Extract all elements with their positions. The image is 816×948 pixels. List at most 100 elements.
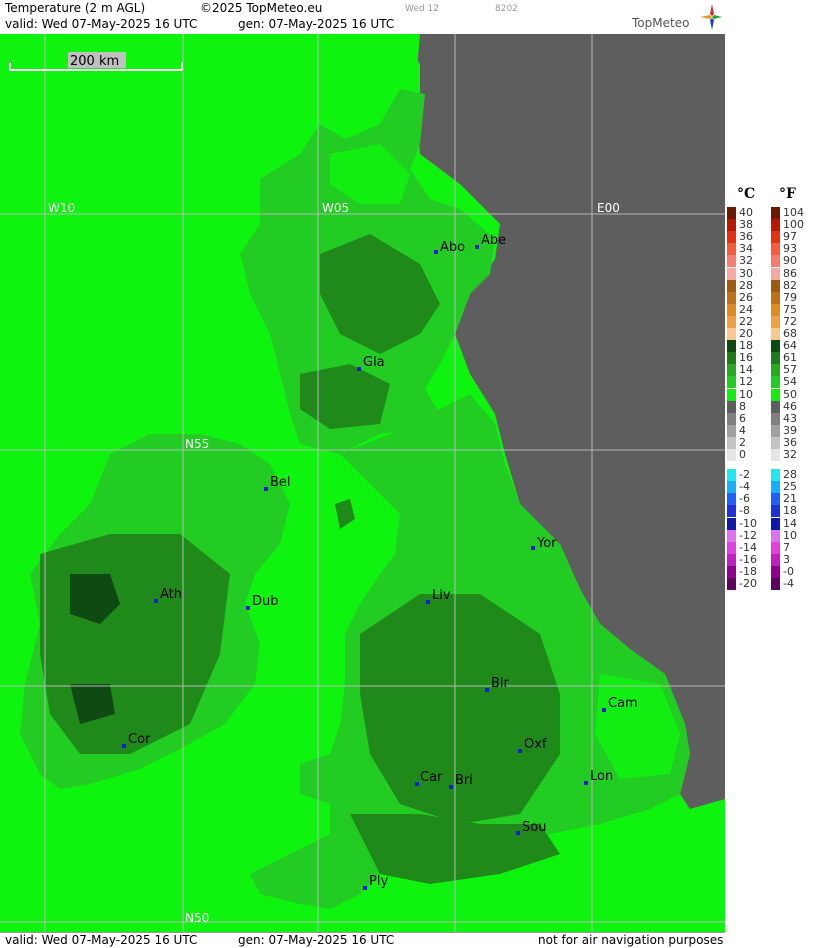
legend-label-fahrenheit: 64 — [783, 339, 797, 353]
legend-label-fahrenheit: 90 — [783, 254, 797, 268]
city-marker-london — [584, 781, 588, 785]
legend-swatch-fahrenheit — [771, 469, 780, 482]
legend-label-celsius: 40 — [739, 206, 753, 219]
legend-swatch-fahrenheit — [771, 231, 780, 244]
legend-label-fahrenheit: 39 — [783, 423, 797, 437]
legend-swatch-celsius — [727, 505, 736, 518]
legend-swatch-fahrenheit — [771, 267, 780, 280]
city-label-london: Lon — [590, 769, 613, 784]
city-marker-plymouth — [363, 886, 367, 890]
legend-swatch-fahrenheit — [771, 255, 780, 268]
legend-label-fahrenheit: 32 — [783, 448, 797, 461]
legend-label-celsius: 10 — [739, 387, 753, 401]
city-marker-liverpool — [426, 600, 430, 604]
city-label-cambridge: Cam — [608, 696, 638, 711]
legend-swatch-fahrenheit — [771, 291, 780, 304]
legend-label-fahrenheit: 14 — [783, 516, 797, 530]
scale-label: 200 km — [70, 54, 119, 69]
legend-label-celsius: 18 — [739, 339, 753, 353]
grid-label-w10: W10 — [48, 201, 75, 215]
temperature-map[interactable]: W10 W05 E00 N55 N50 200 km Abo Abe Gla B… — [0, 34, 725, 933]
legend-swatch-fahrenheit — [771, 400, 780, 413]
legend-label-celsius: 8 — [739, 399, 746, 413]
legend-swatch-celsius — [727, 279, 736, 292]
legend-swatch-fahrenheit — [771, 352, 780, 365]
legend-label-fahrenheit: 104 — [783, 206, 804, 219]
legend-swatch-fahrenheit — [771, 279, 780, 292]
legend-swatch-fahrenheit — [771, 243, 780, 256]
city-marker-cambridge — [602, 708, 606, 712]
legend-swatch-fahrenheit — [771, 412, 780, 425]
legend-label-fahrenheit: 50 — [783, 387, 797, 401]
legend-label-fahrenheit: 3 — [783, 552, 790, 566]
legend-swatch-celsius — [727, 553, 736, 566]
legend-label-celsius: -18 — [739, 564, 757, 578]
legend-label-celsius: 16 — [739, 351, 753, 365]
city-label-cork: Cor — [128, 732, 151, 747]
city-label-york: Yor — [536, 536, 557, 551]
legend-label-celsius: 38 — [739, 218, 753, 232]
city-marker-cork — [122, 744, 126, 748]
brand-name[interactable]: TopMeteo — [632, 16, 689, 30]
legend-label-celsius: 34 — [739, 242, 753, 256]
legend-swatch-fahrenheit — [771, 424, 780, 437]
city-label-aberdeen-east: Abe — [481, 233, 506, 248]
city-label-athlone: Ath — [160, 587, 182, 602]
legend-swatch-celsius — [727, 255, 736, 268]
city-label-glasgow: Gla — [363, 355, 385, 370]
legend-label-celsius: -10 — [739, 516, 757, 530]
legend-swatch-fahrenheit — [771, 315, 780, 328]
city-label-birmingham: Bir — [491, 676, 510, 691]
legend-swatch-celsius — [727, 493, 736, 506]
city-label-oxford: Oxf — [524, 737, 547, 752]
generated-time: gen: 07-May-2025 16 UTC — [238, 17, 395, 31]
legend-label-fahrenheit: 36 — [783, 435, 797, 449]
legend-label-fahrenheit: 21 — [783, 492, 797, 506]
legend-label-fahrenheit: 86 — [783, 266, 797, 280]
legend-label-celsius: 12 — [739, 375, 753, 389]
legend-swatch-fahrenheit — [771, 517, 780, 530]
legend-swatch-celsius — [727, 315, 736, 328]
legend-label-fahrenheit: 93 — [783, 242, 797, 256]
grid-label-e00: E00 — [597, 201, 620, 215]
legend-label-celsius: 0 — [739, 448, 746, 461]
legend-swatch-celsius — [727, 565, 736, 578]
valid-time: valid: Wed 07-May-2025 16 UTC — [5, 17, 198, 31]
legend-swatch-fahrenheit — [771, 481, 780, 494]
legend-swatch-fahrenheit — [771, 493, 780, 506]
legend-swatch-celsius — [727, 340, 736, 353]
legend-swatch-celsius — [727, 424, 736, 437]
legend-label-celsius: 36 — [739, 230, 753, 244]
legend-label-celsius: -14 — [739, 540, 757, 554]
legend-label-celsius: 6 — [739, 411, 746, 425]
legend-label-fahrenheit: 57 — [783, 363, 797, 377]
legend-swatch-celsius — [727, 231, 736, 244]
legend-label-fahrenheit: 79 — [783, 290, 797, 304]
legend-label-fahrenheit: 7 — [783, 540, 790, 554]
legend-swatch-fahrenheit — [771, 449, 780, 462]
legend-label-fahrenheit: 82 — [783, 278, 797, 292]
legend-label-fahrenheit: 18 — [783, 504, 797, 518]
legend-label-celsius: 22 — [739, 314, 753, 328]
legend-swatch-fahrenheit — [771, 219, 780, 232]
legend-label-fahrenheit: 97 — [783, 230, 797, 244]
fahrenheit-unit: °F — [779, 186, 796, 202]
legend-swatch-fahrenheit — [771, 303, 780, 316]
legend-label-fahrenheit: -0 — [783, 564, 794, 578]
city-marker-birmingham — [485, 688, 489, 692]
legend-label-celsius: -2 — [739, 468, 750, 482]
legend-swatch-celsius — [727, 352, 736, 365]
celsius-unit: °C — [737, 186, 756, 202]
legend-label-celsius: -16 — [739, 552, 757, 566]
legend-swatch-celsius — [727, 364, 736, 377]
legend-swatch-celsius — [727, 303, 736, 316]
legend-label-fahrenheit: 46 — [783, 399, 797, 413]
grid-label-n50: N50 — [185, 911, 209, 925]
legend-label-celsius: -20 — [739, 577, 757, 590]
legend-label-fahrenheit: 25 — [783, 480, 797, 494]
code-label: 8202 — [495, 4, 518, 14]
legend-swatch-fahrenheit — [771, 364, 780, 377]
legend-swatch-celsius — [727, 529, 736, 542]
city-marker-athlone — [154, 599, 158, 603]
legend-label-celsius: -12 — [739, 528, 757, 542]
